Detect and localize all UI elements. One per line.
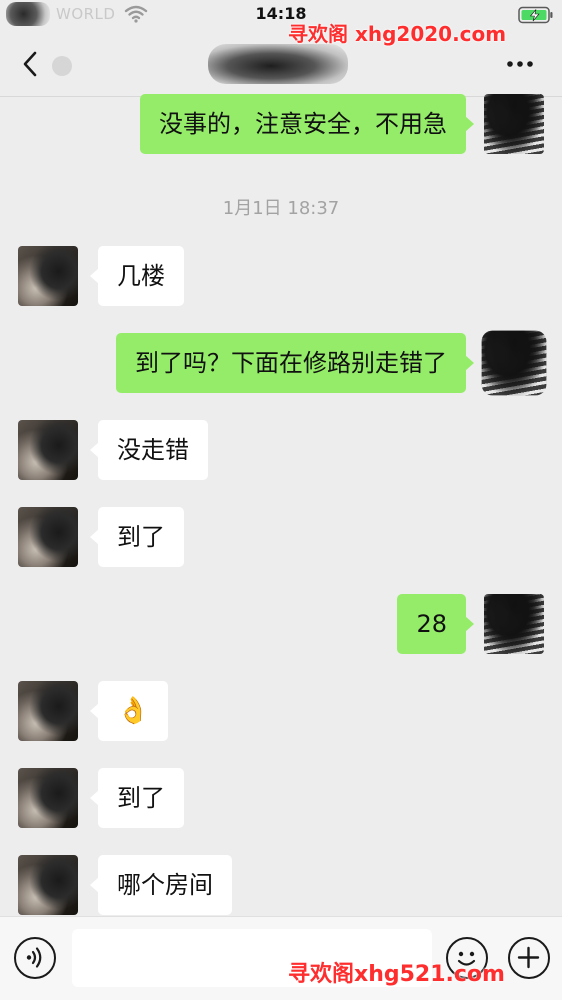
message-text: 几楼 bbox=[117, 262, 165, 290]
message-text: 28 bbox=[416, 610, 447, 638]
voice-icon bbox=[26, 947, 42, 968]
more-dots-icon[interactable] bbox=[504, 54, 536, 74]
contact-avatar[interactable] bbox=[18, 420, 78, 480]
message-row-outgoing: 到了吗？下面在修路别走错了 bbox=[0, 330, 562, 396]
message-row-outgoing: 没事的，注意安全，不用急 bbox=[0, 94, 562, 154]
chat-title-blurred bbox=[208, 44, 348, 84]
unread-count-badge bbox=[52, 56, 72, 76]
chat-screen: WORLD 14:18 没事的，注意安全，不用急 1月1日 18:37 几楼 到… bbox=[0, 0, 562, 1000]
message-text: 没走错 bbox=[117, 436, 189, 464]
message-row-incoming: 几楼 bbox=[0, 246, 562, 306]
plus-button[interactable] bbox=[508, 937, 550, 979]
contact-avatar[interactable] bbox=[18, 855, 78, 915]
message-row-incoming: 没走错 bbox=[0, 420, 562, 480]
contact-avatar[interactable] bbox=[18, 507, 78, 567]
battery-charging-icon bbox=[518, 6, 553, 24]
watermark-top: 寻欢阁 xhg2020.com bbox=[288, 22, 507, 46]
message-bubble-outgoing[interactable]: 没事的，注意安全，不用急 bbox=[140, 94, 474, 154]
contact-avatar[interactable] bbox=[18, 681, 78, 741]
message-text: 没事的，注意安全，不用急 bbox=[159, 110, 447, 138]
message-row-outgoing: 28 bbox=[0, 594, 562, 654]
chat-timestamp: 1月1日 18:37 bbox=[222, 198, 340, 219]
message-bubble-incoming[interactable]: 到了 bbox=[90, 768, 184, 828]
message-bubble-incoming[interactable]: 到了 bbox=[90, 507, 184, 567]
message-text: 到了 bbox=[117, 784, 165, 812]
chevron-left-icon[interactable] bbox=[20, 50, 40, 78]
self-avatar[interactable] bbox=[484, 94, 544, 154]
message-row-incoming: 哪个房间 bbox=[0, 855, 562, 915]
message-row-incoming: 到了 bbox=[0, 507, 562, 567]
message-bubble-outgoing[interactable]: 28 bbox=[397, 594, 474, 654]
contact-avatar[interactable] bbox=[18, 768, 78, 828]
voice-button[interactable] bbox=[14, 937, 56, 979]
self-avatar[interactable] bbox=[481, 330, 547, 396]
message-row-incoming: 👌 bbox=[0, 681, 562, 741]
plus-icon bbox=[517, 946, 540, 969]
message-row-incoming: 到了 bbox=[0, 768, 562, 828]
self-avatar[interactable] bbox=[484, 594, 544, 654]
message-bubble-incoming[interactable]: 几楼 bbox=[90, 246, 184, 306]
contact-avatar[interactable] bbox=[18, 246, 78, 306]
message-bubble-incoming[interactable]: 没走错 bbox=[90, 420, 208, 480]
message-text: 到了 bbox=[117, 523, 165, 551]
ok-hand-emoji: 👌 bbox=[117, 696, 150, 726]
watermark-bottom: 寻欢阁xhg521.com bbox=[288, 962, 505, 987]
message-text: 到了吗？下面在修路别走错了 bbox=[135, 349, 447, 377]
message-text: 哪个房间 bbox=[117, 871, 213, 899]
message-bubble-incoming[interactable]: 哪个房间 bbox=[90, 855, 232, 915]
message-bubble-outgoing[interactable]: 到了吗？下面在修路别走错了 bbox=[116, 333, 474, 393]
message-bubble-incoming[interactable]: 👌 bbox=[89, 681, 169, 741]
